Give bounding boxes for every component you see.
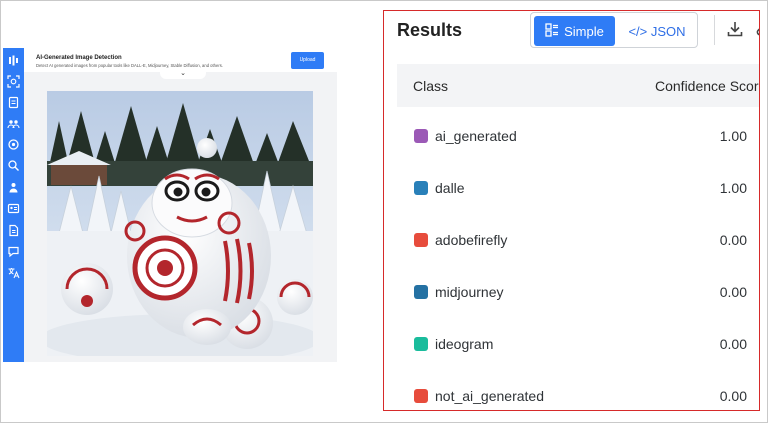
header-confidence-score: Confidence Score	[655, 78, 760, 94]
preview-subtitle: Detect AI generated images from popular …	[36, 63, 223, 68]
results-title: Results	[397, 20, 463, 40]
chat-icon[interactable]	[7, 245, 20, 258]
view-toggle: Simple </> JSON	[530, 12, 698, 48]
results-panel: Results Simple </> JSON Class Confidence…	[383, 10, 760, 411]
search-icon[interactable]	[7, 159, 20, 172]
bars-icon[interactable]	[7, 54, 20, 67]
class-label: ideogram	[435, 336, 494, 352]
uploaded-image	[47, 91, 313, 356]
people-icon[interactable]	[7, 117, 20, 130]
class-color-swatch	[414, 233, 428, 247]
document-icon[interactable]	[7, 224, 20, 237]
face-scan-icon[interactable]	[7, 75, 20, 88]
class-color-swatch	[414, 337, 428, 351]
preview-body: ⌄	[24, 69, 337, 362]
class-color-swatch	[414, 285, 428, 299]
confidence-score: 0.00	[719, 232, 747, 248]
preview-title: AI-Generated Image Detection	[36, 55, 122, 61]
class-label: midjourney	[435, 284, 504, 300]
table-header: Class Confidence Score	[397, 64, 760, 107]
confidence-score: 1.00	[719, 180, 747, 196]
class-label: dalle	[435, 180, 465, 196]
id-card-icon[interactable]	[7, 202, 20, 215]
table-row: midjourney 0.00	[397, 284, 757, 337]
download-icon[interactable]	[726, 20, 744, 38]
sidebar-rail	[3, 48, 24, 362]
document-scan-icon[interactable]	[7, 96, 20, 109]
table-row: ideogram 0.00	[397, 336, 757, 389]
confidence-score: 0.00	[719, 336, 747, 352]
translate-icon[interactable]	[7, 266, 20, 279]
class-color-swatch	[414, 129, 428, 143]
simple-view-button[interactable]: Simple	[534, 16, 615, 46]
json-view-button[interactable]: </> JSON	[619, 16, 695, 46]
app-preview: AI-Generated Image Detection Detect AI g…	[3, 48, 337, 362]
header-class: Class	[413, 78, 449, 94]
class-color-swatch	[414, 389, 428, 403]
class-label: ai_generated	[435, 128, 517, 144]
confidence-score: 0.00	[719, 284, 747, 300]
class-label: not_ai_generated	[435, 388, 544, 404]
toolbar-divider	[714, 15, 715, 45]
class-color-swatch	[414, 181, 428, 195]
settings-icon[interactable]	[7, 138, 20, 151]
upload-button[interactable]: Upload	[291, 52, 324, 69]
users-icon[interactable]	[7, 181, 20, 194]
table-row: adobefirefly 0.00	[397, 232, 757, 285]
class-label: adobefirefly	[435, 232, 508, 248]
list-view-icon	[545, 22, 559, 40]
link-icon[interactable]	[754, 20, 759, 38]
collapse-toggle[interactable]: ⌄	[160, 69, 206, 79]
table-row: dalle 1.00	[397, 180, 757, 233]
table-row: ai_generated 1.00	[397, 128, 757, 181]
confidence-score: 1.00	[719, 128, 747, 144]
confidence-score: 0.00	[719, 388, 747, 404]
simple-view-label: Simple	[564, 23, 604, 39]
table-row: not_ai_generated 0.00	[397, 388, 757, 410]
